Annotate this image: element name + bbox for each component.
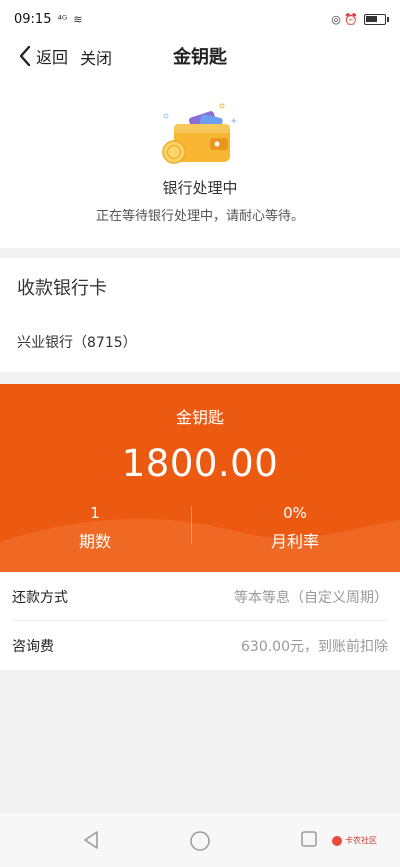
clock: 09:15 [14,11,52,27]
repayment-method-row: 还款方式 等本等息（自定义周期） [0,572,400,621]
back-label: 返回 [36,48,69,67]
chevron-left-icon [19,45,31,67]
back-triangle-icon[interactable] [82,830,100,850]
watermark-dot-icon [332,835,342,846]
stat-divider [191,506,192,544]
status-title: 银行处理中 [162,179,238,197]
processing-status-panel: ✦ 银行处理中 正在等待银行处理中，请耐心等待。 [0,74,400,248]
loan-summary-card: 金钥匙 1800.00 1 期数 0% 月利率 [0,384,400,572]
loan-product-name: 金钥匙 [175,408,224,427]
svg-text:✦: ✦ [230,117,238,127]
watermark-logo: 卡农社区 [332,835,377,846]
home-circle-icon[interactable] [189,830,211,852]
bank-card-panel: 收款银行卡 兴业银行（8715） [0,258,400,372]
watermark-text: 卡农社区 [345,836,377,845]
consulting-fee-row: 咨询费 630.00元，到账前扣除 [0,621,400,670]
wallet-icon: ✦ [162,103,238,164]
loan-amount: 1800.00 [121,442,279,485]
rate-stat: 0% 月利率 [200,504,390,552]
alarm-icon: ◎ ⏰ [331,12,358,26]
repayment-method-label: 还款方式 [12,589,68,606]
signal-icon: ⁴ᴳ [57,12,68,26]
rate-label: 月利率 [270,532,319,551]
close-button[interactable]: 关闭 [80,45,112,69]
status-description: 正在等待银行处理中，请耐心等待。 [95,209,304,224]
loan-details-list: 还款方式 等本等息（自定义周期） 咨询费 630.00元，到账前扣除 [0,572,400,670]
nav-bar: 返回 关闭 金钥匙 [0,38,400,74]
recent-apps-icon[interactable] [300,830,318,848]
battery-icon [364,13,389,25]
rate-value: 0% [283,504,307,522]
status-bar: 09:15 ⁴ᴳ ≋ ◎ ⏰ [0,0,400,38]
repayment-method-value: 等本等息（自定义周期） [234,589,388,606]
term-stat: 1 期数 [0,504,190,552]
bank-card-value: 兴业银行（8715） [17,335,137,351]
consulting-fee-value: 630.00元，到账前扣除 [241,638,388,655]
term-label: 期数 [78,532,111,551]
term-value: 1 [90,504,100,522]
consulting-fee-label: 咨询费 [12,638,54,655]
back-button[interactable]: 返回 [18,44,68,68]
bank-card-heading: 收款银行卡 [17,278,107,299]
system-navigation-bar: 卡农社区 [0,812,400,867]
wifi-icon: ≋ [73,12,83,26]
page-title: 金钥匙 [173,47,227,68]
